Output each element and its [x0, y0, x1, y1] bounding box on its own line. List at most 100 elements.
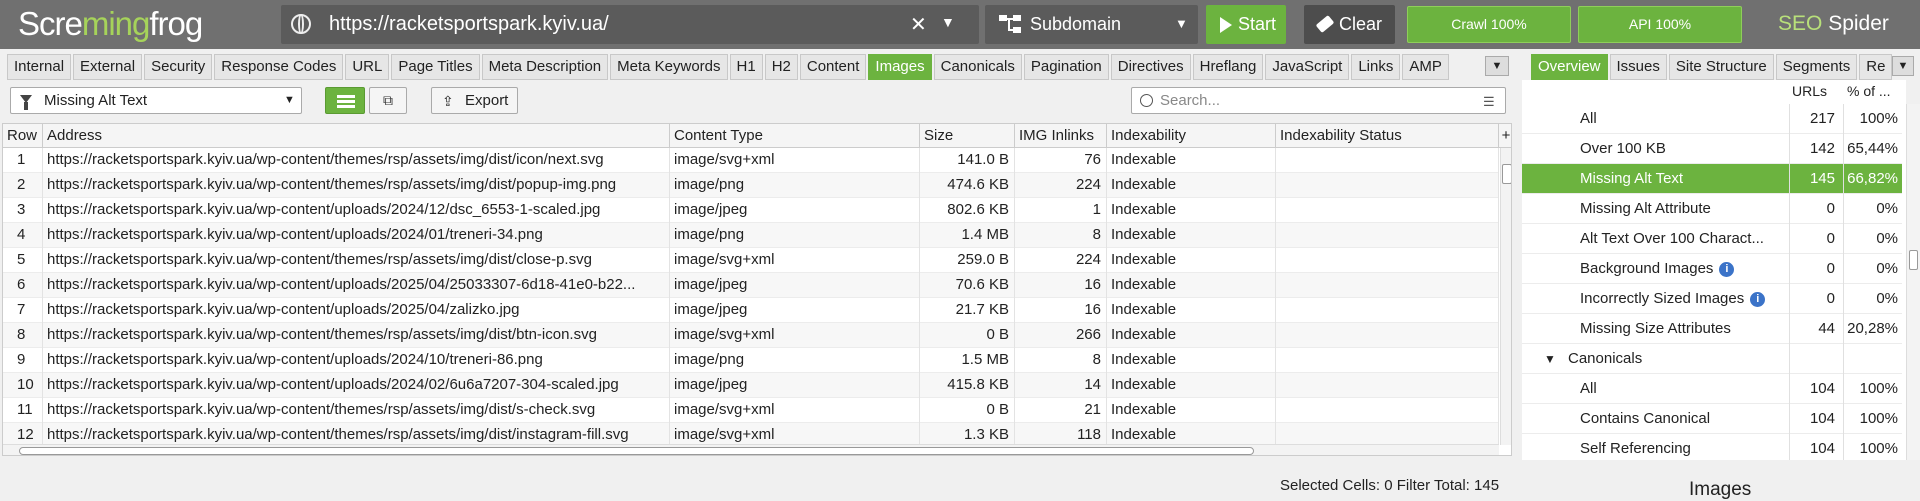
- overview-row[interactable]: Missing Size Attributes 44 20,28%: [1522, 314, 1902, 344]
- right-tab-site-structure[interactable]: Site Structure: [1668, 54, 1774, 80]
- tab-h2[interactable]: H2: [764, 54, 798, 80]
- table-cell[interactable]: 21: [1015, 398, 1107, 423]
- filter-select[interactable]: Missing Alt Text ▼: [10, 87, 302, 114]
- table-row[interactable]: 5 https://racketsportspark.kyiv.ua/wp-con…: [3, 248, 1499, 273]
- table-cell[interactable]: 11: [3, 398, 43, 423]
- table-row[interactable]: 2 https://racketsportspark.kyiv.ua/wp-con…: [3, 173, 1499, 198]
- table-cell[interactable]: Indexable: [1107, 398, 1276, 423]
- tab-amp[interactable]: AMP: [1402, 54, 1449, 80]
- triangle-down-icon[interactable]: ▼: [1544, 352, 1556, 366]
- table-cell[interactable]: Indexable: [1107, 273, 1276, 298]
- table-cell[interactable]: Indexable: [1107, 198, 1276, 223]
- table-cell[interactable]: https://racketsportspark.kyiv.ua/wp-cont…: [43, 323, 670, 348]
- column-header-img-inlinks[interactable]: IMG Inlinks: [1015, 124, 1107, 148]
- chevron-down-icon[interactable]: ▼: [941, 14, 955, 30]
- table-cell[interactable]: [1276, 173, 1499, 198]
- table-cell[interactable]: Indexable: [1107, 248, 1276, 273]
- right-tab-segments[interactable]: Segments: [1775, 54, 1858, 80]
- tab-canonicals[interactable]: Canonicals: [933, 54, 1022, 80]
- overview-scrollbar[interactable]: [1906, 104, 1920, 460]
- tab-pagination[interactable]: Pagination: [1023, 54, 1109, 80]
- table-cell[interactable]: image/jpeg: [670, 198, 920, 223]
- overview-row[interactable]: All 104 100%: [1522, 374, 1902, 404]
- table-cell[interactable]: image/jpeg: [670, 298, 920, 323]
- table-cell[interactable]: https://racketsportspark.kyiv.ua/wp-cont…: [43, 398, 670, 423]
- tab-h1[interactable]: H1: [729, 54, 763, 80]
- table-cell[interactable]: [1276, 148, 1499, 173]
- table-cell[interactable]: 259.0 B: [920, 248, 1015, 273]
- column-header-indexability[interactable]: Indexability: [1107, 124, 1276, 148]
- table-row[interactable]: 6 https://racketsportspark.kyiv.ua/wp-con…: [3, 273, 1499, 298]
- vertical-scrollbar[interactable]: [1500, 148, 1511, 445]
- clear-button[interactable]: Clear: [1304, 5, 1395, 44]
- table-cell[interactable]: 474.6 KB: [920, 173, 1015, 198]
- table-cell[interactable]: image/jpeg: [670, 273, 920, 298]
- table-row[interactable]: 10 https://racketsportspark.kyiv.ua/wp-co…: [3, 373, 1499, 398]
- overview-row[interactable]: Incorrectly Sized Images i 0 0%: [1522, 284, 1902, 314]
- table-cell[interactable]: 8: [1015, 223, 1107, 248]
- right-tab-overview[interactable]: Overview: [1531, 54, 1608, 80]
- right-tabs-overflow-button[interactable]: ▼: [1892, 56, 1914, 76]
- table-cell[interactable]: Indexable: [1107, 348, 1276, 373]
- tab-external[interactable]: External: [73, 54, 143, 80]
- list-view-button[interactable]: [325, 87, 365, 114]
- table-cell[interactable]: [1276, 348, 1499, 373]
- table-cell[interactable]: 4: [3, 223, 43, 248]
- table-cell[interactable]: [1276, 323, 1499, 348]
- table-cell[interactable]: 1.4 MB: [920, 223, 1015, 248]
- overview-row[interactable]: Missing Alt Text 145 66,82%: [1522, 164, 1902, 194]
- table-cell[interactable]: 70.6 KB: [920, 273, 1015, 298]
- table-cell[interactable]: 415.8 KB: [920, 373, 1015, 398]
- api-progress-button[interactable]: API 100%: [1578, 6, 1742, 43]
- table-cell[interactable]: https://racketsportspark.kyiv.ua/wp-cont…: [43, 373, 670, 398]
- table-cell[interactable]: image/svg+xml: [670, 148, 920, 173]
- table-cell[interactable]: 2: [3, 173, 43, 198]
- table-cell[interactable]: Indexable: [1107, 223, 1276, 248]
- table-cell[interactable]: 5: [3, 248, 43, 273]
- tab-internal[interactable]: Internal: [7, 54, 72, 80]
- table-cell[interactable]: 141.0 B: [920, 148, 1015, 173]
- tab-directives[interactable]: Directives: [1110, 54, 1191, 80]
- tab-images[interactable]: Images: [868, 54, 932, 80]
- tab-meta-keywords[interactable]: Meta Keywords: [610, 54, 728, 80]
- table-cell[interactable]: image/jpeg: [670, 373, 920, 398]
- tab-meta-description[interactable]: Meta Description: [481, 54, 609, 80]
- table-cell[interactable]: 1: [1015, 198, 1107, 223]
- table-cell[interactable]: https://racketsportspark.kyiv.ua/wp-cont…: [43, 148, 670, 173]
- table-cell[interactable]: 1: [3, 148, 43, 173]
- column-header-row[interactable]: Row: [3, 124, 43, 148]
- tree-view-button[interactable]: ⧉: [369, 87, 407, 114]
- table-cell[interactable]: https://racketsportspark.kyiv.ua/wp-cont…: [43, 298, 670, 323]
- table-cell[interactable]: 21.7 KB: [920, 298, 1015, 323]
- table-cell[interactable]: 6: [3, 273, 43, 298]
- table-cell[interactable]: [1276, 248, 1499, 273]
- table-cell[interactable]: 3: [3, 198, 43, 223]
- column-header-indexability-status[interactable]: Indexability Status: [1276, 124, 1499, 148]
- column-header-content-type[interactable]: Content Type: [670, 124, 920, 148]
- tab-response-codes[interactable]: Response Codes: [214, 54, 344, 80]
- tab-page-titles[interactable]: Page Titles: [391, 54, 480, 80]
- crawl-progress-button[interactable]: Crawl 100%: [1407, 6, 1571, 43]
- table-row[interactable]: 1 https://racketsportspark.kyiv.ua/wp-con…: [3, 148, 1499, 173]
- table-cell[interactable]: [1276, 198, 1499, 223]
- table-cell[interactable]: Indexable: [1107, 298, 1276, 323]
- table-cell[interactable]: [1276, 373, 1499, 398]
- overview-row[interactable]: Contains Canonical 104 100%: [1522, 404, 1902, 434]
- table-cell[interactable]: Indexable: [1107, 173, 1276, 198]
- table-cell[interactable]: 8: [1015, 348, 1107, 373]
- right-tab-issues[interactable]: Issues: [1609, 54, 1667, 80]
- table-cell[interactable]: [1276, 298, 1499, 323]
- info-icon[interactable]: i: [1719, 262, 1735, 277]
- table-cell[interactable]: 16: [1015, 273, 1107, 298]
- table-cell[interactable]: 0 B: [920, 398, 1015, 423]
- table-row[interactable]: 11 https://racketsportspark.kyiv.ua/wp-co…: [3, 398, 1499, 423]
- tab-url[interactable]: URL: [345, 54, 390, 80]
- table-cell[interactable]: https://racketsportspark.kyiv.ua/wp-cont…: [43, 273, 670, 298]
- table-cell[interactable]: 7: [3, 298, 43, 323]
- crawl-mode-select[interactable]: Subdomain ▼: [985, 5, 1198, 44]
- table-cell[interactable]: https://racketsportspark.kyiv.ua/wp-cont…: [43, 198, 670, 223]
- table-cell[interactable]: image/svg+xml: [670, 323, 920, 348]
- overview-row[interactable]: Missing Alt Attribute 0 0%: [1522, 194, 1902, 224]
- table-cell[interactable]: image/svg+xml: [670, 248, 920, 273]
- tab-security[interactable]: Security: [144, 54, 213, 80]
